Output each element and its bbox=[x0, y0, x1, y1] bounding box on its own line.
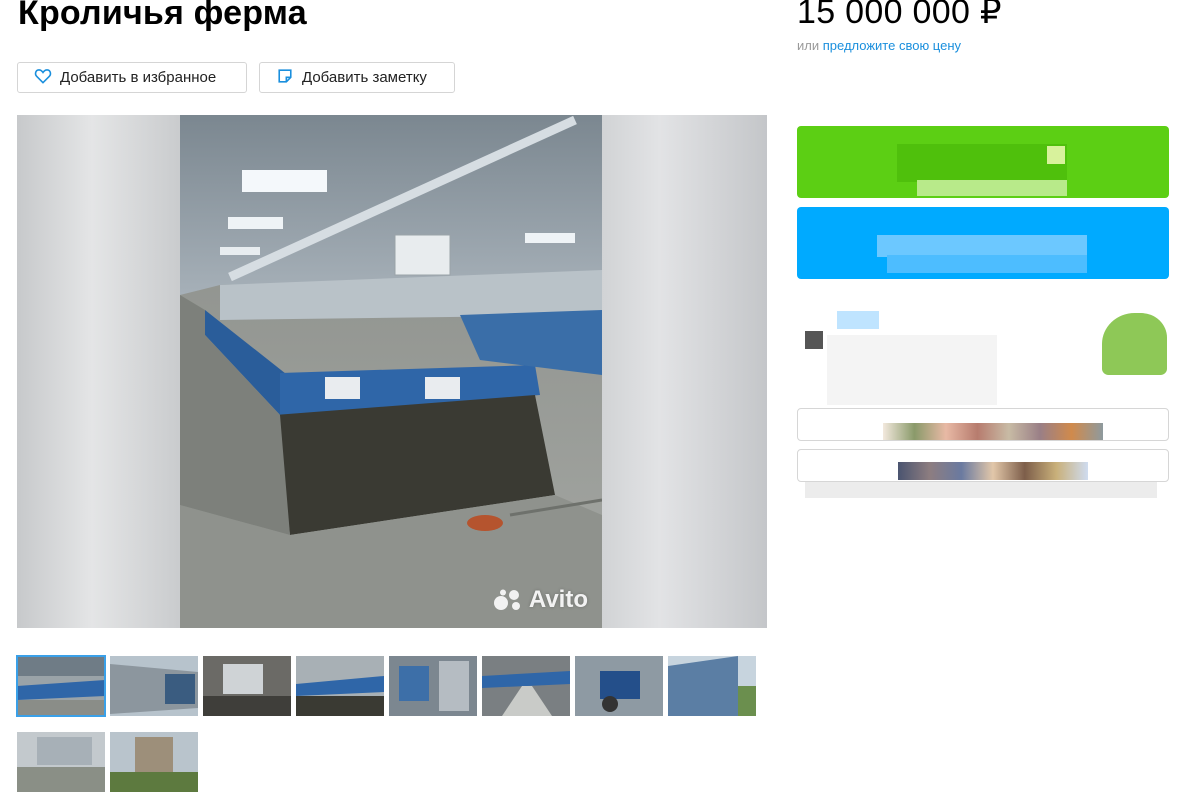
thumbnail-2[interactable] bbox=[110, 656, 198, 716]
avito-watermark-text: Avito bbox=[528, 586, 588, 613]
thumbnail-10[interactable] bbox=[110, 732, 198, 792]
seller-name-pixel bbox=[837, 311, 879, 329]
avito-watermark: Avito bbox=[493, 586, 588, 614]
thumbnail-5[interactable] bbox=[389, 656, 477, 716]
thumbnail-8[interactable] bbox=[668, 656, 756, 716]
thumbnail-9[interactable] bbox=[17, 732, 105, 792]
listing-title: Кроличья ферма bbox=[18, 0, 307, 32]
avito-logo-icon bbox=[493, 589, 520, 610]
seller-action-button-1[interactable] bbox=[797, 408, 1169, 441]
show-phone-button[interactable] bbox=[797, 126, 1169, 198]
offer-prefix: или bbox=[797, 38, 820, 53]
pixelated-footer-bar bbox=[805, 482, 1157, 498]
pixelated-label bbox=[877, 235, 1087, 257]
thumbnail-6[interactable] bbox=[482, 656, 570, 716]
main-photo[interactable]: Avito bbox=[180, 115, 602, 628]
thumbnail-7[interactable] bbox=[575, 656, 663, 716]
thumbnail-4[interactable] bbox=[296, 656, 384, 716]
seller-avatar[interactable] bbox=[1102, 313, 1167, 375]
pixelated-label bbox=[898, 462, 1088, 480]
heart-icon bbox=[34, 68, 52, 88]
add-to-favorites-button[interactable]: Добавить в избранное bbox=[17, 62, 247, 93]
pixelated-label bbox=[883, 423, 1103, 440]
thumbnail-1[interactable] bbox=[16, 655, 106, 717]
photo-gallery[interactable]: Avito bbox=[17, 115, 767, 628]
add-to-favorites-label: Добавить в избранное bbox=[60, 69, 217, 86]
add-note-button[interactable]: Добавить заметку bbox=[259, 62, 455, 93]
offer-price-link[interactable]: предложите свою цену bbox=[823, 38, 961, 53]
pixelated-label-2 bbox=[887, 255, 1087, 273]
add-note-label: Добавить заметку bbox=[302, 69, 427, 86]
offer-price-line: или предложите свою цену bbox=[797, 38, 961, 53]
seller-action-button-2[interactable] bbox=[797, 449, 1169, 482]
gallery-blur-right bbox=[602, 115, 767, 628]
listing-price: 15 000 000 ₽ bbox=[797, 0, 1002, 31]
note-icon bbox=[276, 68, 294, 88]
seller-info-block bbox=[797, 305, 1169, 405]
pixel-block bbox=[1047, 146, 1065, 164]
pixelated-label bbox=[897, 144, 1067, 182]
pixelated-label-2 bbox=[917, 180, 1067, 196]
thumbnail-3[interactable] bbox=[203, 656, 291, 716]
pixel-block bbox=[805, 331, 823, 349]
seller-details-pixel bbox=[827, 335, 997, 405]
write-message-button[interactable] bbox=[797, 207, 1169, 279]
